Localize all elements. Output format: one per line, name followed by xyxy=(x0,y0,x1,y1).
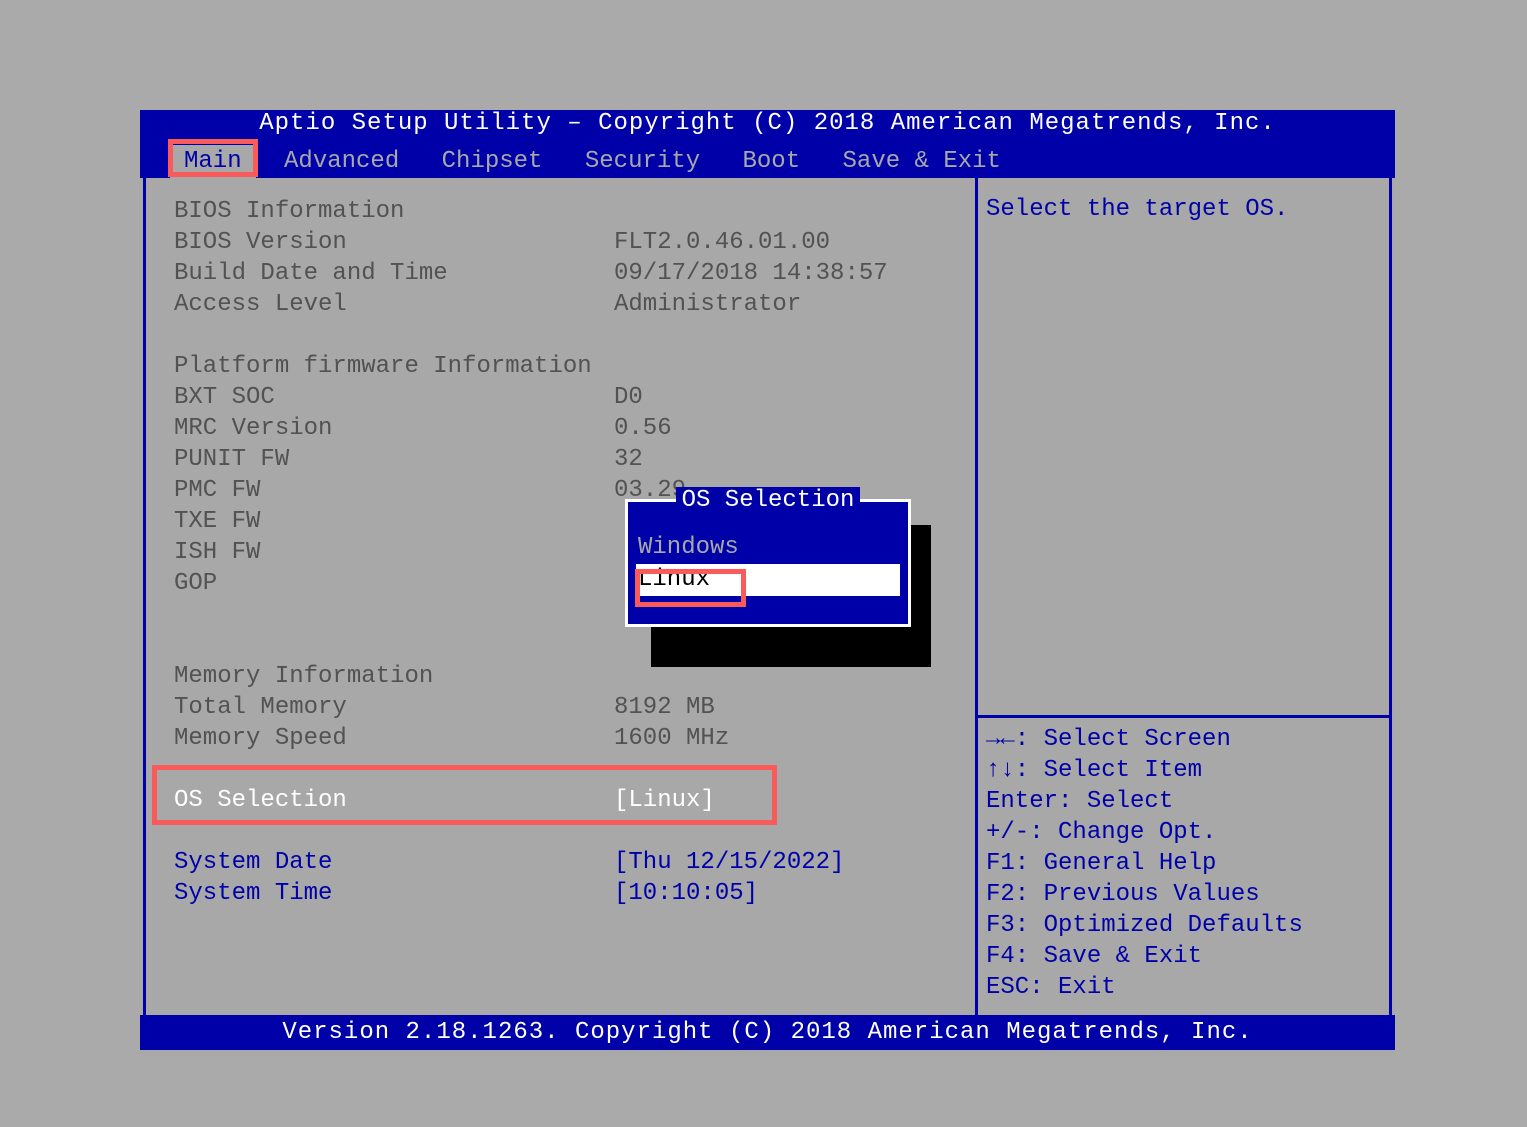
key-change-opt: +/-: Change Opt. xyxy=(986,819,1379,850)
txe-label: TXE FW xyxy=(174,508,614,539)
system-time-label: System Time xyxy=(174,880,614,911)
ish-label: ISH FW xyxy=(174,539,614,570)
key-select-screen: →←: Select Screen xyxy=(986,726,1379,757)
access-level-label: Access Level xyxy=(174,291,614,322)
system-date-value: [Thu 12/15/2022] xyxy=(614,849,955,880)
header-bar: Aptio Setup Utility – Copyright (C) 2018… xyxy=(140,110,1395,145)
tab-advanced[interactable]: Advanced xyxy=(270,145,413,178)
tab-chipset[interactable]: Chipset xyxy=(428,145,557,178)
key-general-help: F1: General Help xyxy=(986,850,1379,881)
bios-window: Aptio Setup Utility – Copyright (C) 2018… xyxy=(140,110,1395,1055)
popup-option-windows[interactable]: Windows xyxy=(628,532,908,564)
memory-speed-label: Memory Speed xyxy=(174,725,614,756)
gop-label: GOP xyxy=(174,570,614,601)
popup-options: Windows Linux xyxy=(628,502,908,606)
system-time-row[interactable]: System Time[10:10:05] xyxy=(174,880,955,911)
mrc-value: 0.56 xyxy=(614,415,955,446)
popup-frame: OS Selection Windows Linux xyxy=(625,499,911,627)
section-bios-info: BIOS Information xyxy=(174,198,614,229)
total-memory-value: 8192 MB xyxy=(614,694,955,725)
os-selection-popup: OS Selection Windows Linux xyxy=(625,499,931,667)
tab-boot[interactable]: Boot xyxy=(729,145,815,178)
bxt-value: D0 xyxy=(614,384,955,415)
popup-title-wrap: OS Selection xyxy=(628,487,908,514)
bios-version-value: FLT2.0.46.01.00 xyxy=(614,229,955,260)
section-memory: Memory Information xyxy=(174,663,614,694)
popup-title: OS Selection xyxy=(676,487,861,514)
right-pane: Select the target OS. →←: Select Screen … xyxy=(975,178,1389,1015)
build-date-value: 09/17/2018 14:38:57 xyxy=(614,260,955,291)
bxt-label: BXT SOC xyxy=(174,384,614,415)
bios-version-label: BIOS Version xyxy=(174,229,614,260)
popup-option-linux[interactable]: Linux xyxy=(636,564,900,596)
access-level-value: Administrator xyxy=(614,291,955,322)
os-selection-label: OS Selection xyxy=(174,787,614,818)
build-date-label: Build Date and Time xyxy=(174,260,614,291)
footer-text: Version 2.18.1263. Copyright (C) 2018 Am… xyxy=(282,1019,1252,1046)
header-title: Aptio Setup Utility – Copyright (C) 2018… xyxy=(259,110,1276,137)
tab-main[interactable]: Main xyxy=(170,145,256,178)
mrc-label: MRC Version xyxy=(174,415,614,446)
os-selection-value: [Linux] xyxy=(614,787,955,818)
section-platform: Platform firmware Information xyxy=(174,353,614,384)
key-esc-exit: ESC: Exit xyxy=(986,974,1379,1005)
memory-speed-value: 1600 MHz xyxy=(614,725,955,756)
total-memory-label: Total Memory xyxy=(174,694,614,725)
key-previous-values: F2: Previous Values xyxy=(986,881,1379,912)
punit-value: 32 xyxy=(614,446,955,477)
tab-save-exit[interactable]: Save & Exit xyxy=(829,145,1015,178)
system-date-row[interactable]: System Date[Thu 12/15/2022] xyxy=(174,849,955,880)
tab-security[interactable]: Security xyxy=(571,145,714,178)
key-enter: Enter: Select xyxy=(986,788,1379,819)
help-separator xyxy=(978,715,1389,718)
key-select-item: ↑↓: Select Item xyxy=(986,757,1379,788)
menu-tabs: Main Advanced Chipset Security Boot Save… xyxy=(140,145,1395,178)
help-text: Select the target OS. xyxy=(986,196,1379,709)
key-legend: →←: Select Screen ↑↓: Select Item Enter:… xyxy=(986,726,1379,1005)
system-time-value: [10:10:05] xyxy=(614,880,955,911)
punit-label: PUNIT FW xyxy=(174,446,614,477)
key-save-exit: F4: Save & Exit xyxy=(986,943,1379,974)
key-optimized-defaults: F3: Optimized Defaults xyxy=(986,912,1379,943)
os-selection-row[interactable]: OS Selection[Linux] xyxy=(174,787,955,818)
footer-bar: Version 2.18.1263. Copyright (C) 2018 Am… xyxy=(140,1015,1395,1050)
system-date-label: System Date xyxy=(174,849,614,880)
pmc-label: PMC FW xyxy=(174,477,614,508)
